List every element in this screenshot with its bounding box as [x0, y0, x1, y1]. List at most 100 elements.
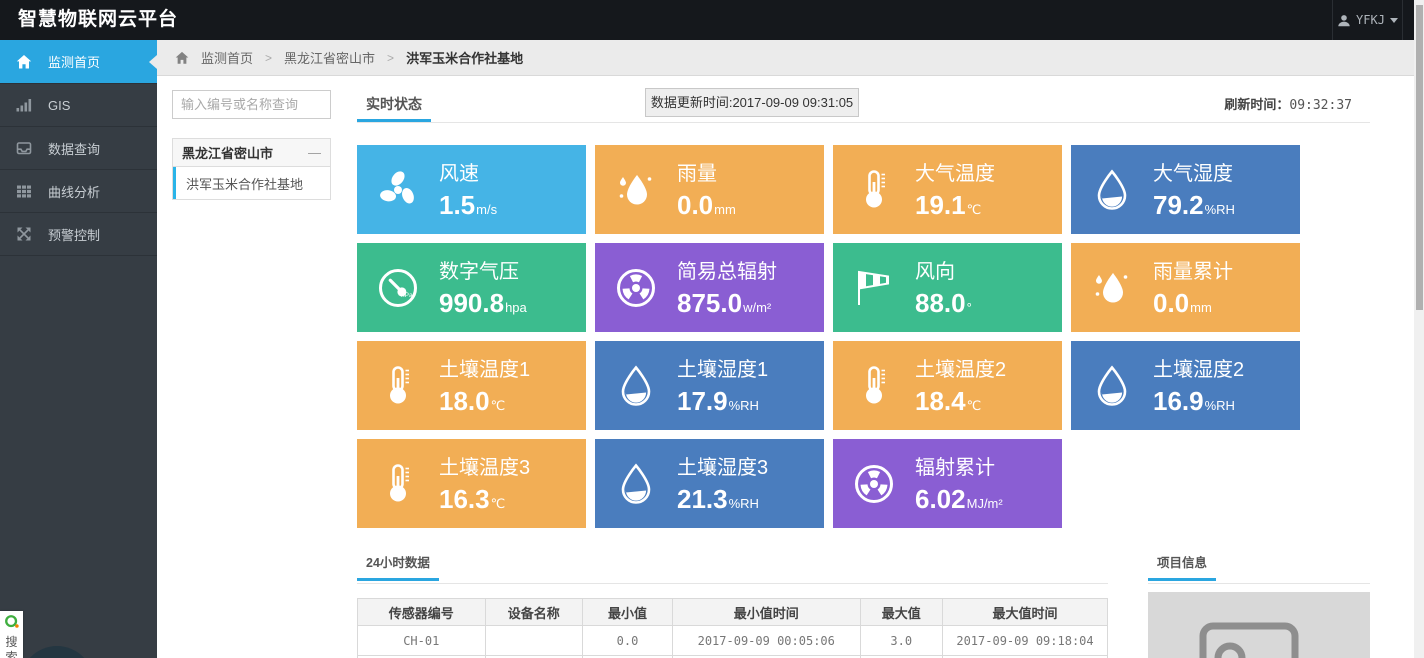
table-row: CH-01 0.0 2017-09-09 00:05:06 3.0 2017-0… — [358, 626, 1108, 656]
cell-min-value: 0.0 — [583, 626, 673, 656]
sensor-value: 17.9 — [677, 388, 728, 414]
thermometer-icon — [357, 362, 439, 410]
app-title: 智慧物联网云平台 — [18, 0, 178, 40]
breadcrumb-item[interactable]: 监测首页 — [201, 48, 253, 67]
overlay-char: 搜 — [0, 635, 23, 650]
tab-project-info[interactable]: 项目信息 — [1148, 549, 1216, 581]
breadcrumb-separator: > — [265, 51, 272, 65]
breadcrumb: 监测首页 > 黑龙江省密山市 > 洪军玉米合作社基地 — [157, 40, 1414, 76]
sensor-stats-table: 传感器编号 设备名称 最小值 最小值时间 最大值 最大值时间 CH-01 0.0… — [357, 598, 1108, 658]
sidebar-item-label: 预警控制 — [48, 225, 100, 244]
sensor-unit: %RH — [729, 398, 759, 413]
sensor-label: 雨量累计 — [1153, 261, 1233, 283]
collapse-icon[interactable]: — — [308, 145, 321, 160]
sensor-unit: %RH — [729, 496, 759, 511]
tab-24h-data[interactable]: 24小时数据 — [357, 549, 439, 581]
header-bar: 智慧物联网云平台 YFKJ — [0, 0, 1414, 40]
sensor-card-soil-humidity-2: 土壤湿度2 16.9%RH — [1071, 341, 1300, 430]
sensor-value: 79.2 — [1153, 192, 1204, 218]
user-dropdown[interactable]: YFKJ — [1332, 0, 1403, 40]
sensor-label: 土壤湿度1 — [677, 359, 768, 381]
browser-search-sidebar[interactable]: 搜 索 — [0, 611, 23, 658]
sensor-value: 16.3 — [439, 486, 490, 512]
sidebar-item-label: 数据查询 — [48, 139, 100, 158]
sensor-unit: hpa — [505, 300, 527, 315]
tree-group-label: 黑龙江省密山市 — [182, 143, 273, 162]
sidebar-item-label: 曲线分析 — [48, 182, 100, 201]
sensor-value: 875.0 — [677, 290, 742, 316]
refresh-time-label: 刷新时间： — [1224, 97, 1289, 112]
raindrops-icon — [1071, 264, 1153, 312]
sensor-label: 土壤湿度3 — [677, 457, 768, 479]
table-header-row: 传感器编号 设备名称 最小值 最小值时间 最大值 最大值时间 — [358, 599, 1108, 626]
sensor-card-radiation-total: 辐射累计 6.02MJ/m² — [833, 439, 1062, 528]
scrollbar-thumb[interactable] — [1416, 5, 1423, 310]
sensor-unit: ℃ — [967, 398, 982, 414]
droplet-icon — [595, 460, 677, 508]
sidebar-item-monitor-home[interactable]: 监测首页 — [0, 40, 157, 84]
sensor-cards-grid: 风速 1.5m/s 雨量 0.0mm 大气温度 19.1℃ 大气湿度 79.2%… — [357, 145, 1300, 528]
sidebar-item-label: GIS — [48, 98, 70, 113]
tree-item-station[interactable]: 洪军玉米合作社基地 — [173, 167, 330, 199]
sensor-label: 土壤温度2 — [915, 359, 1006, 381]
project-image-placeholder — [1148, 592, 1370, 658]
sidebar-item-gis[interactable]: GIS — [0, 84, 157, 127]
tree-group-city[interactable]: 黑龙江省密山市 — — [173, 139, 330, 167]
sensor-label: 大气湿度 — [1153, 163, 1235, 185]
sensor-label: 大气温度 — [915, 163, 995, 185]
sensor-label: 数字气压 — [439, 261, 527, 283]
cell-min-time: 2017-09-09 00:05:06 — [673, 626, 861, 656]
tab-label: 24小时数据 — [357, 549, 439, 581]
sidebar-item-data-query[interactable]: 数据查询 — [0, 127, 157, 170]
sensor-label: 风向 — [915, 261, 972, 283]
page-scrollbar — [1414, 0, 1424, 658]
refresh-time: 刷新时间：09:32:37 — [1040, 94, 1352, 113]
cell-device-name — [485, 626, 583, 656]
tab-realtime-status[interactable]: 实时状态 — [357, 89, 431, 122]
sensor-unit: MJ/m² — [967, 496, 1003, 511]
sidebar-item-curve-analysis[interactable]: 曲线分析 — [0, 170, 157, 213]
breadcrumb-item[interactable]: 黑龙江省密山市 — [284, 48, 375, 67]
inbox-icon — [16, 140, 32, 156]
sensor-value: 0.0 — [1153, 290, 1189, 316]
grid-icon — [16, 183, 32, 199]
sensor-label: 雨量 — [677, 163, 736, 185]
raindrops-icon — [595, 166, 677, 214]
tab-divider — [1148, 583, 1370, 584]
search-logo-icon — [4, 614, 20, 630]
sensor-value: 88.0 — [915, 290, 966, 316]
sensor-value: 0.0 — [677, 192, 713, 218]
sensor-unit: %RH — [1205, 202, 1235, 217]
sensor-label: 风速 — [439, 163, 497, 185]
sensor-label: 土壤温度3 — [439, 457, 530, 479]
tab-label: 实时状态 — [357, 89, 431, 122]
radiation-icon — [595, 264, 677, 312]
windsock-icon — [833, 264, 915, 312]
iot-dashboard: 智慧物联网云平台 YFKJ 监测首页 GIS 数据查询 曲线分析 预警控制 — [0, 0, 1424, 658]
column-header: 最小值时间 — [673, 599, 861, 626]
sensor-card-air-temperature: 大气温度 19.1℃ — [833, 145, 1062, 234]
chevron-down-icon — [1390, 18, 1398, 23]
sensor-label: 土壤湿度2 — [1153, 359, 1244, 381]
user-icon — [1337, 13, 1351, 28]
radiation-icon — [833, 460, 915, 508]
breadcrumb-separator: > — [387, 51, 394, 65]
sensor-card-wind-speed: 风速 1.5m/s — [357, 145, 586, 234]
column-header: 传感器编号 — [358, 599, 486, 626]
droplet-icon — [1071, 166, 1153, 214]
sidebar-nav: 监测首页 GIS 数据查询 曲线分析 预警控制 — [0, 40, 157, 658]
arrows-icon — [16, 226, 32, 242]
sidebar-item-alert-control[interactable]: 预警控制 — [0, 213, 157, 256]
sensor-label: 辐射累计 — [915, 457, 1003, 479]
sensor-value: 18.0 — [439, 388, 490, 414]
search-input[interactable] — [172, 90, 331, 119]
thermometer-icon — [833, 362, 915, 410]
sensor-value: 16.9 — [1153, 388, 1204, 414]
column-header: 最大值 — [860, 599, 943, 626]
column-header: 设备名称 — [485, 599, 583, 626]
home-icon — [175, 51, 189, 65]
sensor-value: 19.1 — [915, 192, 966, 218]
username-label: YFKJ — [1356, 13, 1385, 27]
home-icon — [16, 54, 32, 70]
sidebar-item-label: 监测首页 — [48, 52, 100, 71]
